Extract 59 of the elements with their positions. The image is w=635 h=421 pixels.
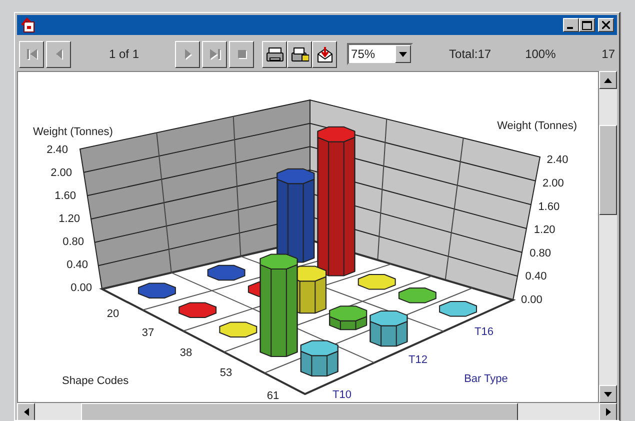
bar-axis-title: Bar Type: [464, 373, 508, 385]
dropdown-arrow-icon: [399, 52, 408, 56]
left-arrow-icon: [24, 408, 28, 416]
y-axis-title: Weight (Tonnes): [497, 120, 577, 132]
y-axis-tick-label: 1.60: [54, 190, 76, 202]
print-button[interactable]: [262, 40, 288, 68]
y-axis-tick-label: 2.40: [546, 154, 568, 166]
bar-type-label: T12: [408, 354, 428, 366]
bar-type-label: T10: [332, 389, 352, 401]
shape-code-label: 37: [142, 327, 154, 339]
y-axis-tick-label: 0.00: [521, 294, 542, 306]
export-button[interactable]: [287, 40, 312, 68]
shape-axis-title: Shape Codes: [62, 375, 129, 387]
minimize-button[interactable]: [563, 18, 579, 32]
bar-type-label: T16: [474, 326, 494, 338]
page-indicator: 1 of 1: [109, 46, 140, 63]
y-axis-tick-label: 2.00: [50, 167, 72, 179]
down-arrow-icon: [604, 392, 612, 396]
y-axis-tick-label: 2.00: [542, 178, 564, 190]
y-axis-tick-label: 2.40: [46, 144, 68, 156]
mail-button[interactable]: [312, 40, 338, 68]
zoom-dropdown[interactable]: 75%: [347, 43, 414, 65]
y-axis-tick-label: 0.40: [66, 259, 88, 271]
scroll-thumb[interactable]: [599, 125, 617, 215]
scroll-down-button[interactable]: [599, 385, 617, 403]
scroll-thumb[interactable]: [81, 403, 518, 420]
last-page-icon: [208, 48, 221, 60]
y-axis-tick-label: 1.60: [538, 200, 560, 213]
right-arrow-icon: [606, 408, 610, 416]
up-arrow-icon: [604, 78, 612, 82]
app-icon: [20, 17, 36, 33]
percent-complete: 100%: [525, 46, 556, 63]
vertical-scrollbar[interactable]: [599, 71, 617, 403]
printer-export-icon: [290, 46, 309, 62]
y-axis-tick-label: 0.80: [530, 247, 552, 260]
shape-code-label: 53: [220, 367, 232, 379]
total-records: Total:17: [449, 46, 492, 63]
y-axis-tick-label: 0.40: [525, 270, 547, 283]
close-icon: [602, 21, 610, 29]
maximize-icon: [582, 20, 592, 30]
scroll-left-button[interactable]: [17, 403, 35, 420]
y-axis-title: Weight (Tonnes): [33, 126, 113, 138]
shape-code-label: 61: [266, 390, 280, 402]
shape-code-label: 38: [180, 347, 192, 359]
y-axis-tick-label: 0.80: [62, 236, 84, 248]
shape-code-label: 20: [106, 308, 120, 320]
maximize-button[interactable]: [579, 18, 595, 32]
first-page-icon: [26, 48, 38, 60]
close-button[interactable]: [598, 18, 614, 32]
stop-icon: [236, 48, 248, 60]
y-axis-tick-label: 0.00: [70, 282, 92, 294]
y-axis-tick-label: 1.20: [534, 224, 556, 236]
record-count: 17: [602, 46, 615, 63]
scroll-right-button[interactable]: [599, 403, 617, 420]
horizontal-scrollbar[interactable]: [17, 403, 617, 420]
scroll-up-button[interactable]: [599, 71, 617, 89]
envelope-icon: [316, 46, 334, 62]
y-axis-tick-label: 1.20: [58, 213, 80, 225]
printer-icon: [266, 46, 284, 62]
